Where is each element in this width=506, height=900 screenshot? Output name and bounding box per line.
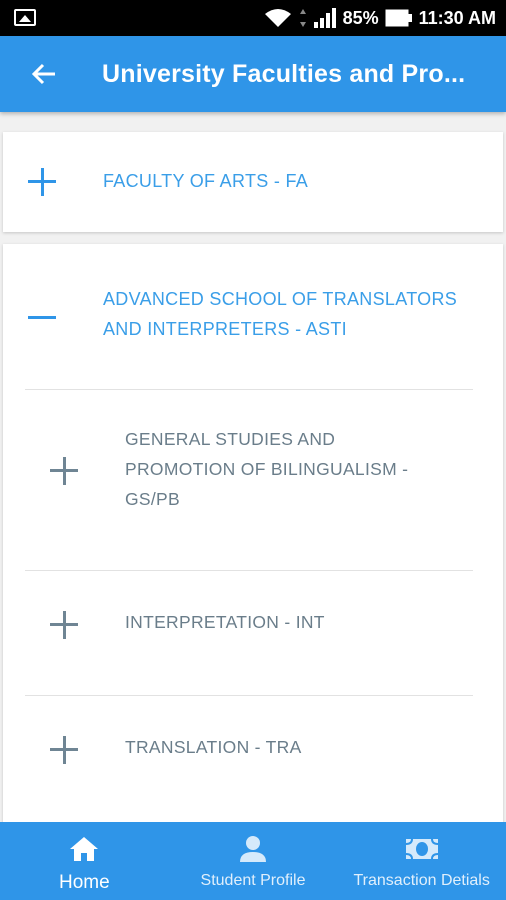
nav-profile-label: Student Profile [200,872,306,889]
expand-plus-icon[interactable] [50,611,78,639]
person-icon [238,834,268,864]
faculty-label-line: ADVANCED SCHOOL OF TRANSLATORS [103,289,458,309]
status-bar-right: 85% 11:30 AM [263,0,496,36]
nav-transactions-label: Transaction Detials [353,872,490,889]
divider [25,570,473,571]
department-label: GENERAL STUDIES AND PROMOTION OF BILINGU… [125,424,408,514]
battery-percent: 85% [342,7,379,28]
nav-transaction-details[interactable]: Transaction Detials [337,822,506,900]
back-arrow-icon [31,63,55,85]
department-label: INTERPRETATION - INT [125,612,325,632]
faculty-list: FACULTY OF ARTS - FA ADVANCED SCHOOL OF … [0,112,506,822]
faculty-item-arts[interactable]: FACULTY OF ARTS - FA [3,132,503,232]
expand-plus-icon[interactable] [50,736,78,764]
collapse-minus-icon[interactable] [28,304,56,332]
status-bar: 85% 11:30 AM [0,0,506,36]
page-title: University Faculties and Pro... [102,60,466,88]
department-label-line: GS/PB [125,489,180,509]
nav-student-profile[interactable]: Student Profile [169,822,338,900]
battery-icon [385,9,413,27]
faculty-label: FACULTY OF ARTS - FA [103,171,309,191]
faculty-label: ADVANCED SCHOOL OF TRANSLATORS AND INTER… [103,284,457,344]
data-arrows-icon [299,8,307,28]
money-icon [405,834,439,864]
department-label-line: PROMOTION OF BILINGUALISM - [125,459,409,479]
nav-home-label: Home [58,872,110,893]
signal-icon [313,7,337,29]
department-label: TRANSLATION - TRA [125,737,302,757]
divider [25,695,473,696]
back-button[interactable] [28,58,60,90]
faculty-item-asti[interactable]: ADVANCED SCHOOL OF TRANSLATORS AND INTER… [3,244,503,822]
expand-plus-icon[interactable] [50,457,78,485]
clock: 11:30 AM [418,7,496,28]
home-icon [69,834,99,864]
divider [25,389,473,390]
expand-plus-icon[interactable] [28,168,56,196]
nav-home[interactable]: Home [0,822,169,900]
department-label-line: GENERAL STUDIES AND [125,429,336,449]
bottom-navigation: Home Student Profile Transaction Detials [0,822,506,900]
faculty-label-line: AND INTERPRETERS - ASTI [103,319,347,339]
wifi-icon [263,7,293,29]
gallery-notification-icon [14,9,36,26]
app-bar: University Faculties and Pro... [0,36,506,112]
